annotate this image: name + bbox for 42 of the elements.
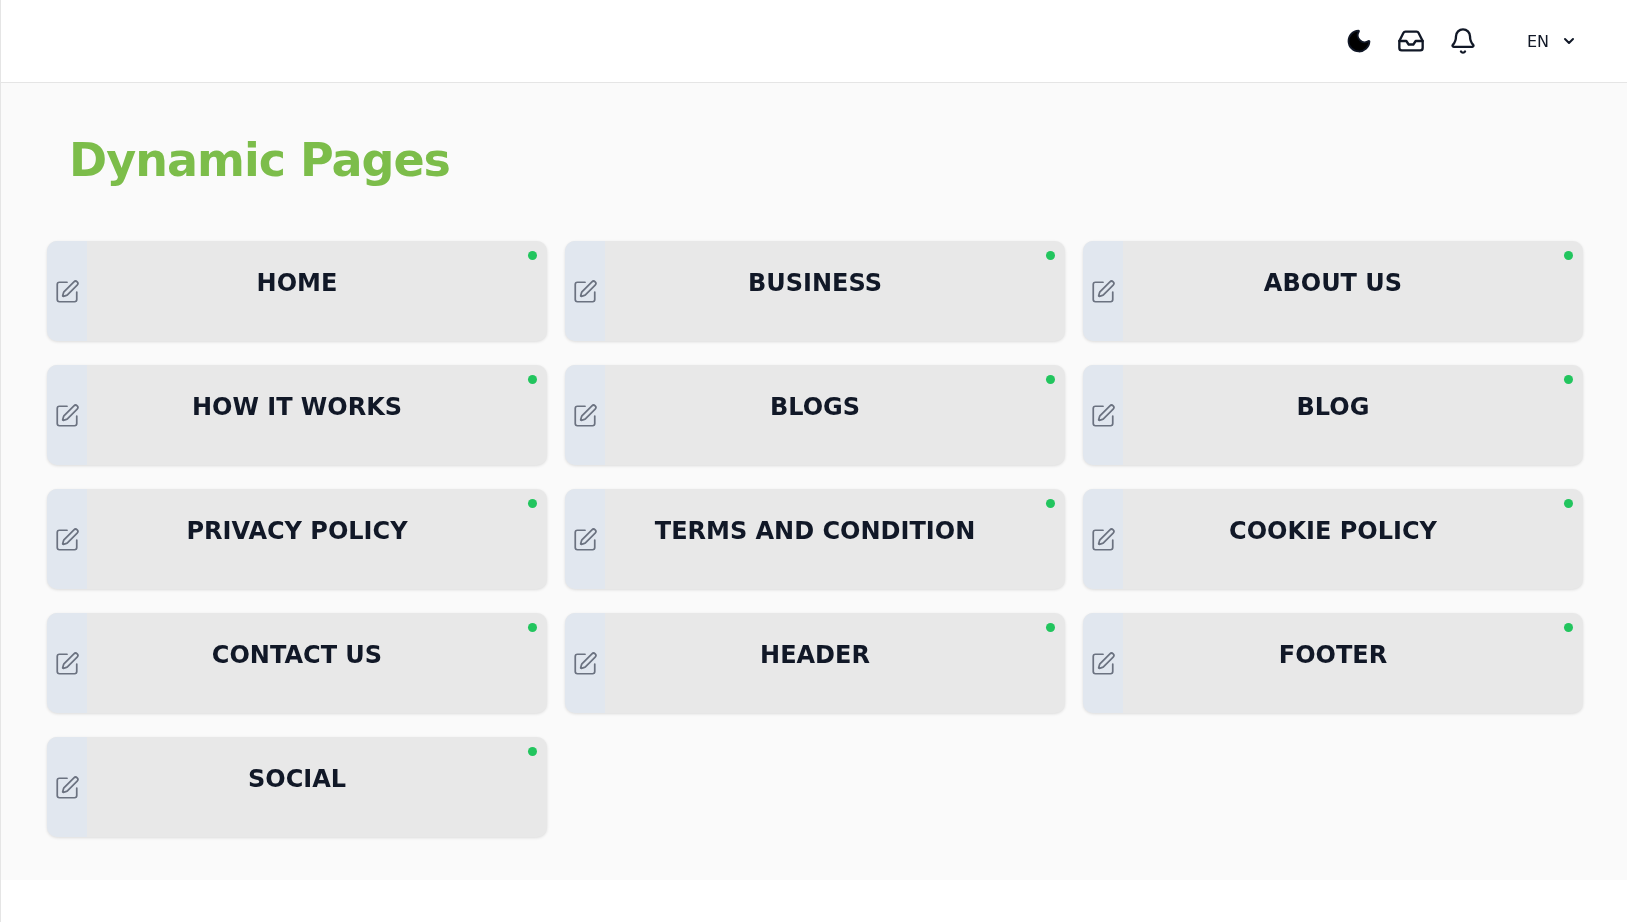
page-card[interactable]: COOKIE POLICY <box>1083 489 1583 589</box>
page-name: BLOGS <box>768 392 862 423</box>
edit-icon[interactable] <box>47 241 87 341</box>
page-card[interactable]: BLOG <box>1083 365 1583 465</box>
edit-icon[interactable] <box>1083 613 1123 713</box>
edit-icon[interactable] <box>47 365 87 465</box>
page-card[interactable]: BUSINESS <box>565 241 1065 341</box>
page-card[interactable]: ABOUT US <box>1083 241 1583 341</box>
page-card[interactable]: CONTACT US <box>47 613 547 713</box>
page-card[interactable]: HOW IT WORKS <box>47 365 547 465</box>
notification-icon[interactable] <box>1448 27 1477 55</box>
page-card[interactable]: SOCIAL <box>47 737 547 837</box>
page-name: HEADER <box>759 640 871 671</box>
edit-icon[interactable] <box>565 489 605 589</box>
edit-icon[interactable] <box>565 613 605 713</box>
page-name: BUSINESS <box>747 268 883 299</box>
page-name: ABOUT US <box>1262 268 1404 299</box>
edit-icon[interactable] <box>565 365 605 465</box>
page-title: Dynamic Pages <box>69 133 451 187</box>
edit-icon[interactable] <box>47 489 87 589</box>
page-name: PRIVACY POLICY <box>185 516 409 547</box>
page-name: HOW IT WORKS <box>190 392 404 423</box>
edit-icon[interactable] <box>47 613 87 713</box>
page-name: BLOG <box>1295 392 1371 423</box>
page-card[interactable]: PRIVACY POLICY <box>47 489 547 589</box>
page-name: COOKIE POLICY <box>1228 516 1438 547</box>
edit-icon[interactable] <box>1083 489 1123 589</box>
page-card[interactable]: FOOTER <box>1083 613 1583 713</box>
page-name: TERMS AND CONDITION <box>653 516 977 547</box>
page-name: HOME <box>255 268 339 299</box>
edit-icon[interactable] <box>47 737 87 837</box>
edit-icon[interactable] <box>1083 241 1123 341</box>
edit-icon[interactable] <box>1083 365 1123 465</box>
edit-icon[interactable] <box>565 241 605 341</box>
page-card[interactable]: HEADER <box>565 613 1065 713</box>
page-name: SOCIAL <box>246 764 348 795</box>
page-card[interactable]: HOME <box>47 241 547 341</box>
page-name: FOOTER <box>1277 640 1389 671</box>
page-card[interactable]: TERMS AND CONDITION <box>565 489 1065 589</box>
page-card[interactable]: BLOGS <box>565 365 1065 465</box>
page-name: CONTACT US <box>210 640 384 671</box>
language-selector[interactable]: EN <box>1526 31 1577 51</box>
